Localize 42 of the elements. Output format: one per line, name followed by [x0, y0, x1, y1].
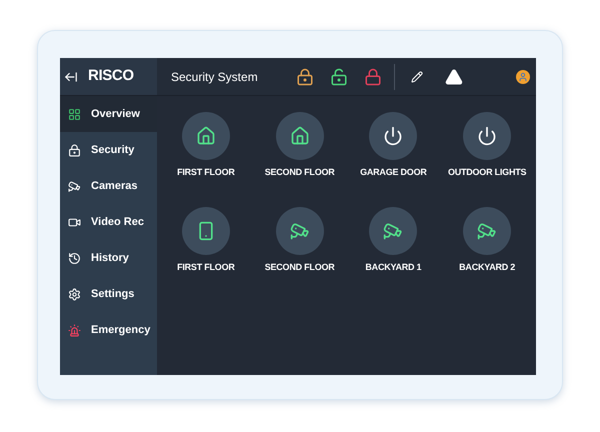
history-icon	[68, 252, 81, 264]
device-label: FIRST FLOOR	[177, 260, 235, 274]
power-icon	[477, 126, 498, 146]
padlock-icon[interactable]	[296, 66, 314, 86]
padlock-icon[interactable]	[364, 66, 382, 86]
device-label: GARAGE DOOR	[360, 166, 427, 179]
sidebar-item[interactable]: Cameras	[60, 168, 157, 204]
device-button[interactable]	[182, 112, 230, 160]
video-camera-icon	[68, 216, 81, 228]
sidebar-item[interactable]: Overview	[60, 96, 157, 132]
logo: RISCO	[88, 66, 134, 86]
device-label: BACKYARD 2	[459, 260, 516, 274]
sidebar-item[interactable]: Security	[60, 132, 157, 168]
open-padlock-icon[interactable]	[330, 66, 348, 86]
device-button[interactable]	[276, 112, 324, 160]
siren-icon	[68, 324, 81, 336]
sidebar-item[interactable]: Settings	[60, 276, 157, 312]
device-label: FIRST FLOOR	[177, 166, 235, 179]
camera-icon	[68, 180, 81, 192]
pencil-icon[interactable]	[411, 70, 423, 82]
grid-icon	[68, 108, 81, 120]
sidebar-item[interactable]: Video Rec	[60, 204, 157, 240]
device-label: BACKYARD 1	[365, 260, 422, 274]
window-title: Security System	[171, 68, 259, 86]
device-label: SECOND FLOOR	[264, 260, 335, 274]
warning-icon[interactable]	[445, 68, 463, 86]
device-label: SECOND FLOOR	[264, 166, 335, 179]
camera-icon	[383, 220, 404, 240]
lock-icon	[68, 144, 81, 156]
settings-icon	[68, 288, 81, 300]
avatar[interactable]	[516, 70, 530, 84]
device-button[interactable]	[369, 112, 418, 160]
sidebar-item[interactable]: History	[60, 240, 157, 276]
camera-icon	[290, 220, 310, 240]
device-button[interactable]	[463, 112, 512, 160]
house-icon	[290, 126, 310, 146]
house-icon	[196, 126, 216, 146]
menu-icon[interactable]	[64, 70, 78, 84]
camera-icon	[477, 220, 498, 240]
device-label: OUTDOOR LIGHTS	[448, 166, 526, 179]
sidebar-item[interactable]: Emergency	[60, 312, 157, 348]
power-icon	[383, 126, 404, 146]
